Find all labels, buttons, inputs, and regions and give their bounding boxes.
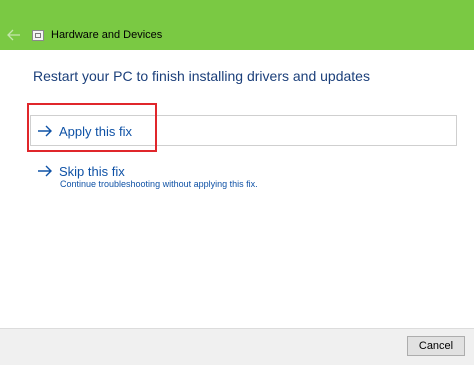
back-arrow-icon[interactable] bbox=[7, 29, 21, 41]
skip-fix-description: Continue troubleshooting without applyin… bbox=[60, 179, 258, 189]
page-heading: Restart your PC to finish installing dri… bbox=[33, 68, 370, 84]
apply-fix-label: Apply this fix bbox=[59, 123, 132, 139]
skip-fix-link[interactable]: Skip this fix bbox=[37, 162, 125, 180]
footer-bar bbox=[0, 328, 474, 365]
title-bar: Hardware and Devices bbox=[0, 0, 474, 50]
apply-fix-link[interactable]: Apply this fix bbox=[37, 121, 132, 141]
window-title: Hardware and Devices bbox=[51, 29, 163, 41]
troubleshooter-icon bbox=[32, 30, 44, 41]
arrow-right-icon bbox=[38, 125, 52, 137]
arrow-right-icon bbox=[38, 165, 52, 177]
skip-fix-label: Skip this fix bbox=[59, 163, 125, 179]
cancel-button[interactable]: Cancel bbox=[407, 336, 465, 356]
